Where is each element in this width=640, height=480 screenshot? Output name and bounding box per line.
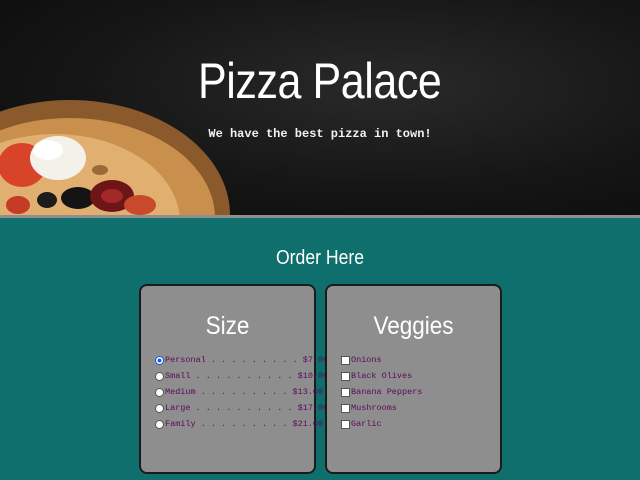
size-panel-title: Size [205, 312, 250, 340]
size-option-large[interactable]: Large . . . . . . . . . . $17.00 [155, 400, 328, 416]
size-option-label: Family . . . . . . . . . $21.00 [165, 419, 324, 429]
size-radio-personal[interactable] [155, 355, 164, 365]
veggie-option-mushrooms[interactable]: Mushrooms [341, 400, 422, 416]
size-panel: Size Personal . . . . . . . . . $7.00 Sm… [139, 284, 328, 474]
veggie-option-onions[interactable]: Onions [341, 352, 422, 368]
veggie-option-black-olives[interactable]: Black Olives [341, 368, 422, 384]
veggie-option-garlic[interactable]: Garlic [341, 416, 422, 432]
size-option-label: Personal . . . . . . . . . $7.00 [165, 355, 329, 365]
veggie-checkbox-garlic[interactable] [341, 419, 350, 429]
order-heading: Order Here [275, 247, 365, 269]
veggie-option-label: Mushrooms [351, 403, 397, 413]
veggie-option-label: Garlic [351, 419, 382, 429]
size-radio-family[interactable] [155, 419, 164, 429]
veggie-option-label: Black Olives [351, 371, 413, 381]
veggies-panel: Veggies Onions Black Olives Banana Peppe… [325, 284, 502, 474]
page-subtitle: We have the best pizza in town! [208, 127, 432, 141]
size-options: Personal . . . . . . . . . $7.00 Small .… [155, 352, 328, 432]
size-option-small[interactable]: Small . . . . . . . . . . $10.00 [155, 368, 328, 384]
hero-banner: Pizza Palace We have the best pizza in t… [0, 0, 640, 218]
size-option-medium[interactable]: Medium . . . . . . . . . $13.00 [155, 384, 328, 400]
size-option-label: Small . . . . . . . . . . $10.00 [165, 371, 329, 381]
veggie-options: Onions Black Olives Banana Peppers Mushr… [341, 352, 422, 432]
veggie-option-label: Banana Peppers [351, 387, 423, 397]
size-radio-medium[interactable] [155, 387, 164, 397]
size-option-personal[interactable]: Personal . . . . . . . . . $7.00 [155, 352, 328, 368]
size-radio-small[interactable] [155, 371, 164, 381]
veggie-option-banana-peppers[interactable]: Banana Peppers [341, 384, 422, 400]
veggie-option-label: Onions [351, 355, 382, 365]
size-option-family[interactable]: Family . . . . . . . . . $21.00 [155, 416, 328, 432]
veggie-checkbox-mushrooms[interactable] [341, 403, 350, 413]
size-option-label: Medium . . . . . . . . . $13.00 [165, 387, 324, 397]
size-radio-large[interactable] [155, 403, 164, 413]
size-option-label: Large . . . . . . . . . . $17.00 [165, 403, 329, 413]
veggie-checkbox-black-olives[interactable] [341, 371, 350, 381]
page-title: Pizza Palace [198, 53, 442, 109]
veggie-checkbox-onions[interactable] [341, 355, 350, 365]
veggies-panel-title: Veggies [373, 312, 454, 340]
veggie-checkbox-banana-peppers[interactable] [341, 387, 350, 397]
